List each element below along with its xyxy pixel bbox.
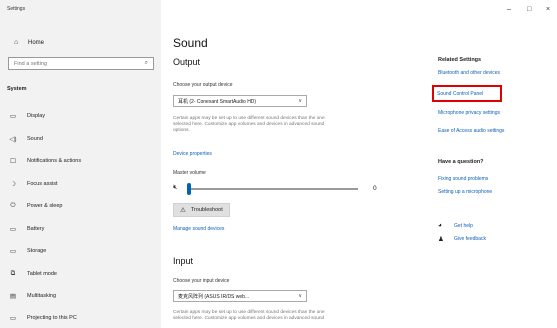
master-volume-slider[interactable]: 🔇︎ 0 [173, 183, 388, 195]
get-help-label: Get help [454, 222, 473, 229]
sidebar-item-label: Tablet mode [27, 271, 57, 277]
give-feedback-label: Give feedback [454, 236, 486, 242]
focus-assist-icon: ☽ [10, 181, 16, 188]
display-icon: ▭ [9, 113, 17, 120]
notifications-icon: ☐ [10, 158, 16, 165]
chevron-down-icon: ∨ [298, 293, 302, 299]
projecting-icon: ▭ [9, 315, 17, 322]
input-device-label: Choose your input device [173, 278, 230, 284]
speaker-muted-icon[interactable]: 🔇︎ [173, 184, 177, 192]
ease-of-access-audio-link[interactable]: Ease of Access audio settings [438, 128, 504, 134]
input-device-select[interactable]: 麦克风阵列 (ASUS IR/DS web... ∨ [173, 290, 307, 302]
sound-control-panel-link[interactable]: Sound Control Panel [437, 91, 483, 97]
microphone-privacy-link[interactable]: Microphone privacy settings [438, 110, 500, 116]
fixing-sound-problems-link[interactable]: Fixing sound problems [438, 176, 488, 182]
close-button[interactable]: × [546, 6, 550, 13]
output-device-label: Choose your output device [173, 82, 233, 88]
give-feedback-link[interactable]: ♟ Give feedback [438, 235, 486, 243]
sidebar-section-label: System [7, 86, 27, 92]
sidebar-item-label: Battery [27, 226, 45, 232]
chat-bubble-icon: ◕ [438, 222, 442, 229]
sidebar-item-label: Projecting to this PC [27, 315, 77, 321]
sidebar-home[interactable]: ⌂ Home [14, 39, 44, 46]
sidebar-item-projecting[interactable]: ▭ Projecting to this PC [0, 310, 161, 326]
sidebar-item-battery[interactable]: ▭ Battery [0, 221, 161, 237]
sound-icon: ◁) [9, 136, 17, 143]
sidebar-item-label: Focus assist [27, 181, 58, 187]
sidebar-home-label: Home [28, 39, 45, 46]
sidebar-item-power-sleep[interactable]: ⏻ Power & sleep [0, 198, 161, 214]
sidebar-item-multitasking[interactable]: ▤ Multitasking [0, 288, 161, 304]
output-description: Certain apps may be set up to use differ… [173, 116, 325, 134]
search-placeholder: Find a setting [14, 60, 48, 67]
feedback-person-icon: ♟ [438, 236, 444, 243]
sidebar: Settings ⌂ Home Find a setting ⌕ System … [0, 0, 161, 328]
output-device-value: 耳机 (2- Conexant SmartAudio HD) [178, 98, 257, 105]
volume-thumb[interactable] [187, 183, 191, 195]
output-heading: Output [173, 57, 201, 67]
page-title: Sound [173, 36, 208, 50]
tablet-mode-icon: ⧉ [10, 270, 16, 277]
storage-icon: ▭ [9, 248, 17, 255]
volume-track[interactable] [188, 188, 358, 190]
output-device-select[interactable]: 耳机 (2- Conexant SmartAudio HD) ∨ [173, 95, 307, 107]
search-input[interactable]: Find a setting ⌕ [8, 57, 154, 70]
chevron-down-icon: ∨ [298, 98, 302, 104]
warning-icon: ⚠ [180, 207, 186, 214]
maximize-button[interactable]: □ [527, 6, 531, 13]
battery-icon: ▭ [9, 226, 17, 233]
sidebar-item-display[interactable]: ▭ Display [0, 108, 161, 124]
multitasking-icon: ▤ [9, 293, 17, 300]
sidebar-item-label: Sound [27, 136, 43, 142]
sidebar-item-label: Display [27, 113, 46, 119]
sidebar-item-label: Notifications & actions [27, 158, 82, 164]
have-a-question-title: Have a question? [438, 159, 484, 165]
sidebar-item-label: Storage [27, 248, 47, 254]
device-properties-link[interactable]: Device properties [173, 151, 212, 157]
input-description: Certain apps may be set up to use differ… [173, 310, 325, 322]
bluetooth-devices-link[interactable]: Bluetooth and other devices [438, 70, 500, 76]
manage-sound-devices-link[interactable]: Manage sound devices [173, 226, 224, 232]
power-icon: ⏻ [10, 202, 16, 209]
volume-value: 0 [373, 185, 377, 192]
sidebar-item-tablet-mode[interactable]: ⧉ Tablet mode [0, 266, 161, 282]
troubleshoot-button[interactable]: ⚠ Troubleshoot [173, 203, 230, 217]
input-device-value: 麦克风阵列 (ASUS IR/DS web... [178, 293, 250, 300]
home-icon: ⌂ [14, 39, 19, 46]
related-settings-title: Related Settings [438, 57, 482, 63]
setting-up-microphone-link[interactable]: Setting up a microphone [438, 189, 492, 195]
input-heading: Input [173, 256, 194, 266]
troubleshoot-label: Troubleshoot [190, 207, 223, 213]
minimize-button[interactable]: – [507, 6, 511, 13]
sidebar-item-sound[interactable]: ◁) Sound [0, 131, 161, 147]
sidebar-item-storage[interactable]: ▭ Storage [0, 243, 161, 259]
app-title: Settings [7, 6, 26, 12]
master-volume-label: Master volume [173, 170, 206, 176]
search-icon: ⌕ [144, 60, 148, 66]
sidebar-item-focus-assist[interactable]: ☽ Focus assist [0, 176, 161, 192]
sidebar-item-notifications[interactable]: ☐ Notifications & actions [0, 153, 161, 169]
sidebar-item-label: Power & sleep [27, 203, 63, 209]
sidebar-item-label: Multitasking [27, 293, 57, 299]
get-help-link[interactable]: ◕ Get help [438, 222, 473, 229]
